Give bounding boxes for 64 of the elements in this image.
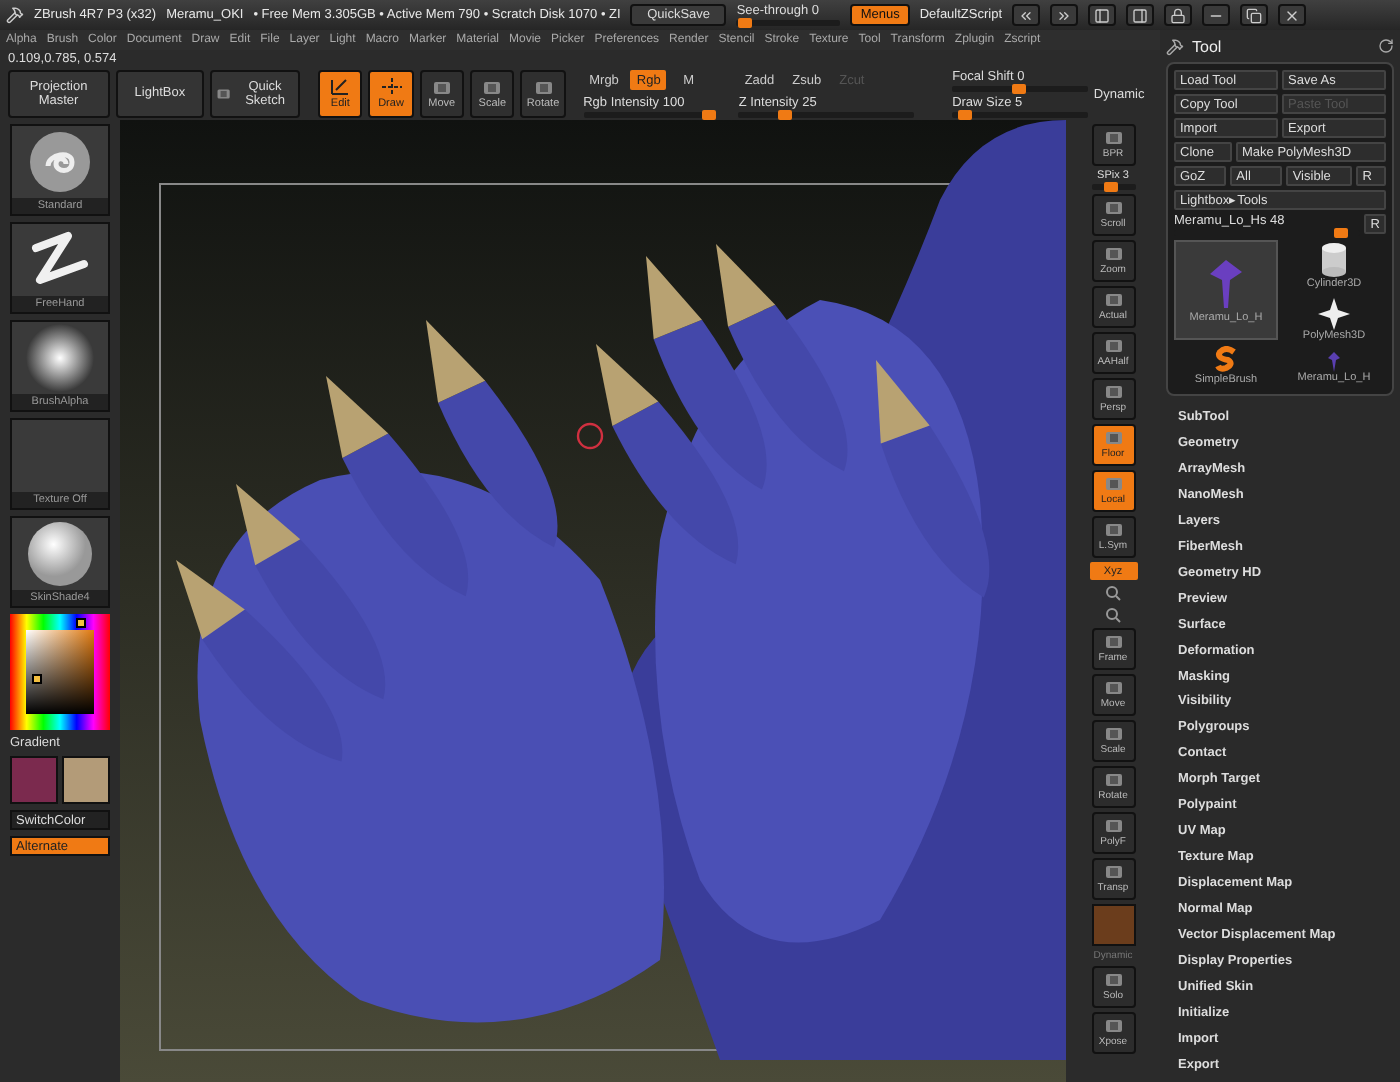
color-swatch[interactable] [62, 756, 110, 804]
slider-thumb[interactable] [1334, 228, 1349, 238]
app-logo-icon [6, 6, 24, 24]
button-icon [1103, 246, 1123, 262]
button-icon [1103, 634, 1123, 650]
button-icon [1103, 292, 1123, 308]
slider-thumb[interactable] [701, 110, 715, 120]
hammer-icon [1166, 37, 1184, 55]
panel-right-icon [1056, 7, 1073, 23]
button-icon [1103, 818, 1123, 834]
slider-thumb[interactable] [1104, 182, 1119, 192]
restore-button[interactable] [1240, 4, 1269, 26]
picker-handle[interactable] [76, 618, 86, 628]
button-icon [1103, 476, 1123, 492]
cube-icon [431, 79, 452, 95]
button-icon [1103, 338, 1123, 354]
button-icon [1103, 200, 1123, 216]
slider-thumb[interactable] [778, 110, 793, 120]
button-icon [1103, 972, 1123, 988]
color-picker[interactable] [10, 614, 110, 730]
slider-thumb[interactable] [1012, 84, 1027, 94]
restore-icon [1246, 7, 1263, 23]
radial-gradient-icon [26, 324, 94, 392]
crosshair-icon [381, 78, 401, 96]
cube-icon [533, 79, 554, 95]
refresh-icon[interactable] [1378, 38, 1394, 54]
picker-handle[interactable] [32, 674, 42, 684]
button-icon [1103, 864, 1123, 880]
panel-right-button[interactable] [1050, 4, 1079, 26]
lock-icon [1170, 7, 1187, 23]
button-icon [1103, 430, 1123, 446]
magnifier-icon[interactable] [1104, 584, 1122, 602]
dock-left-button[interactable] [1088, 4, 1117, 26]
button-icon [1103, 384, 1123, 400]
color-swatch[interactable] [10, 756, 58, 804]
cube-icon [482, 79, 503, 95]
material-sphere-icon [26, 520, 94, 588]
flame-s-icon [1212, 346, 1240, 374]
star-icon [1318, 298, 1350, 330]
dock-right-icon [1132, 7, 1149, 23]
close-icon [1284, 7, 1301, 23]
button-icon [1103, 1018, 1123, 1034]
brush-sphere-icon [28, 130, 92, 194]
lock-button[interactable] [1164, 4, 1193, 26]
edit-pencil-icon [330, 78, 351, 96]
dock-left-icon [1094, 7, 1111, 23]
panel-title: Tool [1192, 37, 1224, 55]
panel-left-icon [1018, 7, 1035, 23]
mesh-figure-icon [1326, 352, 1342, 372]
close-button[interactable] [1278, 4, 1307, 26]
magnifier-icon[interactable] [1104, 606, 1122, 624]
button-icon [1103, 522, 1123, 538]
cylinder-icon [1318, 242, 1350, 278]
button-icon [1103, 130, 1123, 146]
slider-thumb[interactable] [958, 110, 973, 120]
panel-left-button[interactable] [1012, 4, 1041, 26]
sketch-icon [216, 86, 232, 102]
button-icon [1103, 726, 1123, 742]
brush-cursor-icon [576, 422, 604, 450]
button-icon [1103, 680, 1123, 696]
button-icon [1103, 772, 1123, 788]
slider-thumb[interactable] [738, 18, 753, 28]
dock-right-button[interactable] [1126, 4, 1155, 26]
minimize-button[interactable] [1202, 4, 1231, 26]
